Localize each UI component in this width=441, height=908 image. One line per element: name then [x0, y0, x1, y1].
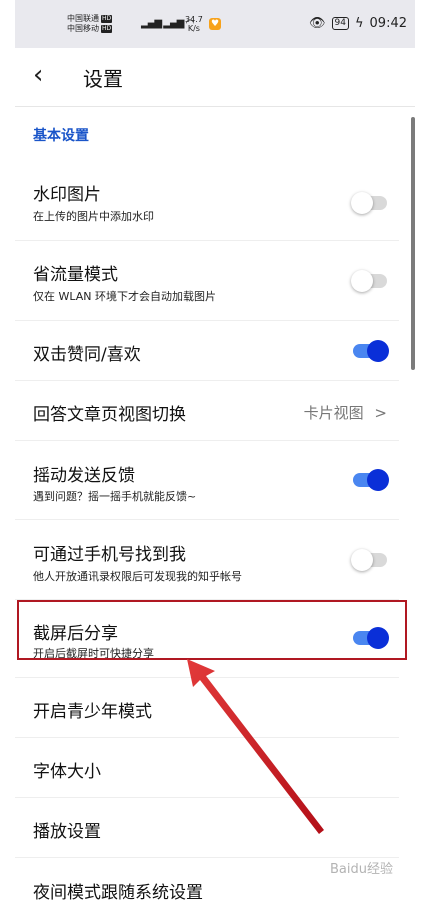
shake-feedback-toggle[interactable]: [353, 469, 389, 491]
setting-subtitle: 遇到问题？摇一摇手机就能反馈~: [33, 490, 197, 503]
setting-title: 播放设置: [33, 822, 101, 842]
setting-title: 省流量模式: [33, 265, 118, 285]
setting-subtitle: 在上传的图片中添加水印: [33, 210, 154, 223]
setting-title: 夜间模式跟随系统设置: [33, 883, 203, 903]
battery-indicator: 94: [331, 17, 349, 30]
setting-title: 双击赞同/喜欢: [33, 345, 141, 365]
toggle-knob: [367, 469, 389, 491]
hd-badge-2: HD: [101, 24, 113, 33]
chevron-right-icon: >: [374, 404, 387, 422]
settings-list: 基本设置 水印图片 在上传的图片中添加水印 省流量模式 仅在 WLAN 环境下才…: [15, 107, 415, 908]
setting-row-teen-mode[interactable]: 开启青少年模式: [15, 677, 399, 738]
setting-row-playback[interactable]: 播放设置: [15, 797, 399, 858]
setting-subtitle: 仅在 WLAN 环境下才会自动加载图片: [33, 290, 217, 303]
setting-row-double-tap[interactable]: 双击赞同/喜欢: [15, 320, 399, 381]
setting-row-shake-feedback[interactable]: 摇动发送反馈 遇到问题？摇一摇手机就能反馈~: [15, 440, 399, 520]
charging-icon: ϟ: [354, 16, 364, 31]
setting-subtitle: 他人开放通讯录权限后可发现我的知乎帐号: [33, 570, 242, 583]
double-tap-toggle[interactable]: [353, 340, 389, 362]
scrollbar[interactable]: [411, 117, 415, 370]
network-speed-unit: K/s: [187, 24, 200, 33]
setting-title: 开启青少年模式: [33, 702, 152, 722]
setting-title: 回答文章页视图切换: [33, 405, 186, 425]
carrier-info: 中国联通 HD 中国移动 HD: [67, 14, 113, 34]
status-right: 👁 94 ϟ 09:42: [309, 16, 407, 31]
phone-screen: 中国联通 HD 中国移动 HD ▂▄▆ ▂▄▆ ◠ 34.7 K/s ♥ 👁 94 …: [15, 0, 415, 908]
hd-badge: HD: [101, 14, 113, 23]
data-saver-toggle[interactable]: [351, 270, 387, 292]
find-by-phone-toggle[interactable]: [351, 549, 387, 571]
annotation-highlight-box: [17, 600, 407, 660]
status-bar: 中国联通 HD 中国移动 HD ▂▄▆ ▂▄▆ ◠ 34.7 K/s ♥ 👁 94 …: [15, 0, 415, 48]
page-title: 设置: [83, 67, 123, 91]
section-header-basic: 基本设置: [33, 128, 89, 144]
setting-row-view-switch[interactable]: 回答文章页视图切换 卡片视图 >: [15, 380, 399, 441]
toggle-knob: [351, 192, 373, 214]
carrier-2: 中国移动: [67, 24, 99, 33]
setting-row-watermark[interactable]: 水印图片 在上传的图片中添加水印: [15, 162, 399, 241]
setting-title: 可通过手机号找到我: [33, 545, 186, 565]
setting-row-data-saver[interactable]: 省流量模式 仅在 WLAN 环境下才会自动加载图片: [15, 240, 399, 321]
eye-icon: 👁: [308, 16, 326, 31]
clock: 09:42: [369, 16, 407, 31]
view-switch-value-text: 卡片视图: [303, 404, 364, 422]
watermark: Baidu经验: [330, 862, 393, 877]
setting-title: 字体大小: [33, 762, 101, 782]
toggle-knob: [367, 340, 389, 362]
watermark-toggle[interactable]: [351, 192, 387, 214]
network-speed: 34.7 K/s: [185, 15, 203, 33]
network-speed-value: 34.7: [185, 15, 203, 24]
setting-row-find-by-phone[interactable]: 可通过手机号找到我 他人开放通讯录权限后可发现我的知乎帐号: [15, 519, 399, 600]
back-arrow-icon[interactable]: ‹: [33, 60, 43, 90]
notification-app-icon: ♥: [209, 18, 221, 30]
toggle-knob: [351, 549, 373, 571]
carrier-1: 中国联通: [67, 14, 99, 23]
top-nav-bar: ‹ 设置: [15, 48, 415, 107]
setting-title: 摇动发送反馈: [33, 466, 135, 486]
setting-row-font-size[interactable]: 字体大小: [15, 737, 399, 798]
view-switch-value: 卡片视图 >: [304, 402, 387, 423]
toggle-knob: [351, 270, 373, 292]
setting-title: 水印图片: [33, 185, 101, 205]
